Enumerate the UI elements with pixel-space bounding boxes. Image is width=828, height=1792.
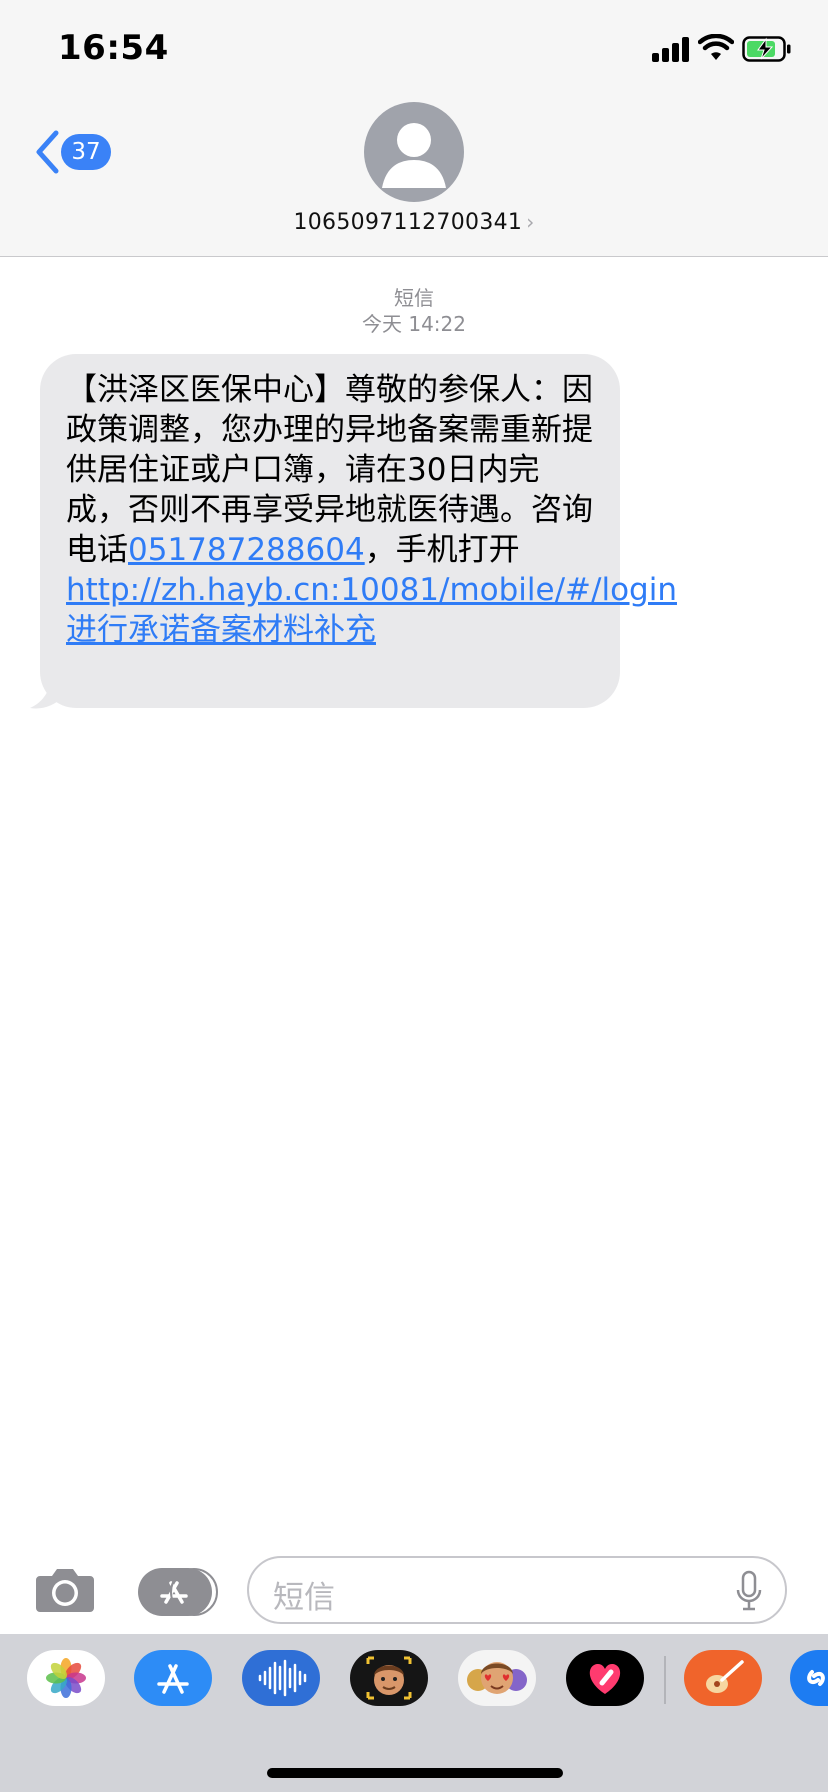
wifi-icon xyxy=(698,34,734,60)
navigation-header: 16:54 37 1065097112700341 › xyxy=(0,0,828,257)
back-button[interactable]: 37 xyxy=(30,128,118,174)
message-input[interactable]: 短信 xyxy=(247,1556,787,1624)
drawer-divider xyxy=(664,1656,666,1704)
status-time: 16:54 xyxy=(58,28,169,68)
service-label: 短信 xyxy=(394,286,434,310)
message-timestamp: 今天 14:22 xyxy=(362,312,466,336)
cellular-signal-icon xyxy=(652,36,690,62)
person-icon xyxy=(382,123,446,188)
memoji-icon[interactable] xyxy=(350,1650,428,1706)
app-drawer-button[interactable] xyxy=(138,1568,218,1616)
shazam-icon[interactable] xyxy=(790,1650,828,1706)
camera-icon[interactable] xyxy=(34,1564,96,1614)
memoji-stickers-icon[interactable] xyxy=(458,1650,536,1706)
microphone-icon[interactable] xyxy=(735,1570,763,1612)
chevron-left-icon xyxy=(36,130,59,174)
imessage-app-drawer xyxy=(0,1634,828,1792)
message-text-middle: ，手机打开 xyxy=(364,532,520,568)
battery-icon xyxy=(742,36,791,62)
garageband-icon[interactable] xyxy=(684,1650,762,1706)
incoming-message-bubble[interactable]: 【洪泽区医保中心】尊敬的参保人：因政策调整，您办理的异地备案需重新提供居住证或户… xyxy=(40,354,677,708)
message-input-placeholder: 短信 xyxy=(273,1580,335,1616)
contact-avatar[interactable] xyxy=(364,102,464,202)
contact-name[interactable]: 1065097112700341 › xyxy=(0,210,828,235)
app-drawer-ring xyxy=(170,1568,218,1616)
app-store-icon[interactable] xyxy=(134,1650,212,1706)
phone-link[interactable]: 051787288604 xyxy=(128,532,365,568)
home-indicator xyxy=(267,1768,563,1778)
url-link[interactable]: http://zh.hayb.cn:10081/mobile/#/login xyxy=(66,572,677,608)
digital-touch-icon[interactable] xyxy=(566,1650,644,1706)
url-link-continuation[interactable]: 进行承诺备案材料补充 xyxy=(66,612,376,648)
contact-number-text: 1065097112700341 xyxy=(293,210,523,235)
audio-message-icon[interactable] xyxy=(242,1650,320,1706)
photos-icon[interactable] xyxy=(27,1650,105,1706)
chevron-right-icon: › xyxy=(526,210,535,234)
unread-count-badge: 37 xyxy=(61,134,111,170)
